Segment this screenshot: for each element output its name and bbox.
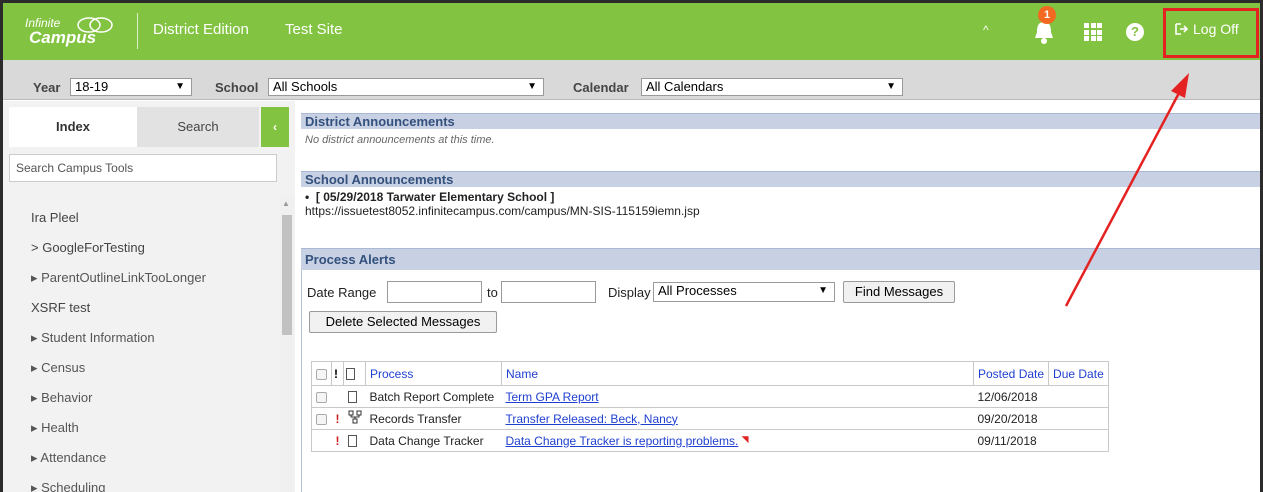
- sidebar-item[interactable]: > GoogleForTesting: [3, 233, 279, 263]
- school-label: School: [215, 80, 259, 95]
- logoff-button[interactable]: Log Off: [1175, 21, 1239, 37]
- logo-divider: [137, 13, 138, 49]
- year-select[interactable]: 18-19 ▼: [70, 78, 192, 96]
- row-name-link[interactable]: Transfer Released: Beck, Nancy: [506, 412, 678, 426]
- row-checkbox[interactable]: [311, 407, 332, 430]
- find-messages-button[interactable]: Find Messages: [843, 281, 955, 303]
- date-range-label: Date Range: [307, 285, 377, 300]
- chevron-up-icon[interactable]: ^: [983, 23, 989, 37]
- sidebar-scrollbar[interactable]: ▲: [280, 197, 294, 492]
- sidebar-item[interactable]: ▸ Census: [3, 353, 279, 383]
- row-process: Data Change Tracker: [365, 429, 502, 452]
- process-alerts-header: Process Alerts: [301, 248, 1260, 270]
- school-value: All Schools: [273, 79, 338, 94]
- sidebar: Index Search ‹ Search Campus Tools Ira P…: [3, 101, 295, 492]
- school-select[interactable]: All Schools ▼: [268, 78, 544, 96]
- infinite-campus-logo[interactable]: Infinite Campus: [25, 17, 113, 47]
- calendar-label: Calendar: [573, 80, 629, 95]
- select-all-checkbox[interactable]: [311, 361, 332, 386]
- priority-col-icon: !: [331, 361, 344, 386]
- document-col-icon: [343, 361, 366, 386]
- district-empty-text: No district announcements at this time.: [305, 134, 495, 146]
- app-window: Infinite Campus District Edition Test Si…: [0, 0, 1263, 492]
- tab-index[interactable]: Index: [9, 107, 137, 147]
- table-row: ! Data Change Tracker Data Change Tracke…: [311, 429, 1109, 452]
- col-process[interactable]: Process: [365, 361, 502, 386]
- transfer-icon: [343, 407, 366, 430]
- tab-search[interactable]: Search: [137, 107, 259, 147]
- year-value: 18-19: [75, 79, 109, 94]
- display-select[interactable]: All Processes ▼: [653, 282, 835, 302]
- delete-selected-messages-button[interactable]: Delete Selected Messages: [309, 311, 497, 333]
- site-label: Test Site: [285, 21, 343, 38]
- table-row: ! Records Transfer Transfer Released: Be…: [311, 407, 1109, 430]
- date-range-start-input[interactable]: [387, 281, 482, 303]
- announcement-url: https://issuetest8052.infinitecampus.com…: [305, 204, 700, 218]
- edition-label: District Edition: [153, 21, 249, 38]
- sidebar-item[interactable]: ▸ Scheduling: [3, 473, 279, 492]
- sidebar-item[interactable]: ▸ Student Information: [3, 323, 279, 353]
- sidebar-nav-list: Ira Pleel > GoogleForTesting ▸ ParentOut…: [3, 203, 279, 492]
- sidebar-item[interactable]: ▸ Health: [3, 413, 279, 443]
- to-label: to: [487, 285, 498, 300]
- year-label: Year: [33, 80, 61, 95]
- table-header-row: ! Process Name Posted Date Due Date: [311, 361, 1109, 386]
- row-posted: 09/20/2018: [973, 407, 1049, 430]
- filter-bar: Year 18-19 ▼ School All Schools ▼ Calend…: [3, 60, 1260, 100]
- priority-icon: !: [335, 433, 340, 448]
- col-due-date[interactable]: Due Date: [1048, 361, 1109, 386]
- scroll-up-icon[interactable]: ▲: [282, 199, 290, 208]
- chevron-down-icon: ▼: [527, 81, 537, 92]
- district-announcements-header: District Announcements: [301, 113, 1260, 129]
- calendar-value: All Calendars: [646, 79, 724, 94]
- row-process: Records Transfer: [365, 407, 502, 430]
- sidebar-item[interactable]: Ira Pleel: [3, 203, 279, 233]
- row-due: [1048, 407, 1109, 430]
- top-bar: Infinite Campus District Edition Test Si…: [3, 3, 1260, 60]
- row-name-link[interactable]: Term GPA Report: [506, 390, 599, 404]
- date-range-end-input[interactable]: [501, 281, 596, 303]
- document-icon: [343, 429, 366, 452]
- priority-icon: !: [335, 411, 340, 426]
- help-icon[interactable]: ?: [1126, 23, 1144, 41]
- col-name[interactable]: Name: [501, 361, 974, 386]
- logoff-label: Log Off: [1193, 21, 1239, 37]
- calendar-select[interactable]: All Calendars ▼: [641, 78, 903, 96]
- sign-out-icon: [1175, 22, 1189, 35]
- collapse-sidebar-button[interactable]: ‹: [261, 107, 289, 147]
- chevron-down-icon: ▼: [175, 81, 185, 92]
- chevron-down-icon: ▼: [886, 81, 896, 92]
- row-name-link[interactable]: Data Change Tracker is reporting problem…: [506, 434, 739, 448]
- scroll-thumb[interactable]: [282, 215, 292, 335]
- search-campus-tools-input[interactable]: Search Campus Tools: [9, 154, 277, 182]
- process-alerts-table: ! Process Name Posted Date Due Date Batc…: [311, 361, 1109, 452]
- table-row: Batch Report Complete Term GPA Report 12…: [311, 385, 1109, 408]
- row-due: [1048, 429, 1109, 452]
- sidebar-item[interactable]: ▸ Attendance: [3, 443, 279, 473]
- school-announcements-header: School Announcements: [301, 171, 1260, 187]
- announcement-title: [ 05/29/2018 Tarwater Elementary School …: [315, 190, 555, 204]
- col-posted-date[interactable]: Posted Date: [972, 361, 1050, 386]
- chevron-down-icon: ▼: [818, 285, 828, 296]
- apps-grid-icon[interactable]: [1084, 23, 1102, 41]
- logo-swoosh-icon: [77, 17, 113, 33]
- row-posted: 12/06/2018: [973, 385, 1049, 408]
- sidebar-item[interactable]: ▸ Behavior: [3, 383, 279, 413]
- flag-icon: ◥: [741, 433, 749, 444]
- notification-badge: 1: [1038, 6, 1056, 24]
- display-label: Display: [608, 285, 651, 300]
- school-announcement: • [ 05/29/2018 Tarwater Elementary Schoo…: [305, 190, 700, 218]
- main-content: District Announcements No district annou…: [301, 101, 1260, 492]
- sidebar-item[interactable]: XSRF test: [3, 293, 279, 323]
- sidebar-item[interactable]: ▸ ParentOutlineLinkTooLonger: [3, 263, 279, 293]
- display-value: All Processes: [658, 283, 737, 298]
- row-checkbox[interactable]: [311, 385, 332, 408]
- row-process: Batch Report Complete: [365, 385, 502, 408]
- row-posted: 09/11/2018: [973, 429, 1049, 452]
- row-due: [1048, 385, 1109, 408]
- document-icon: [343, 385, 366, 408]
